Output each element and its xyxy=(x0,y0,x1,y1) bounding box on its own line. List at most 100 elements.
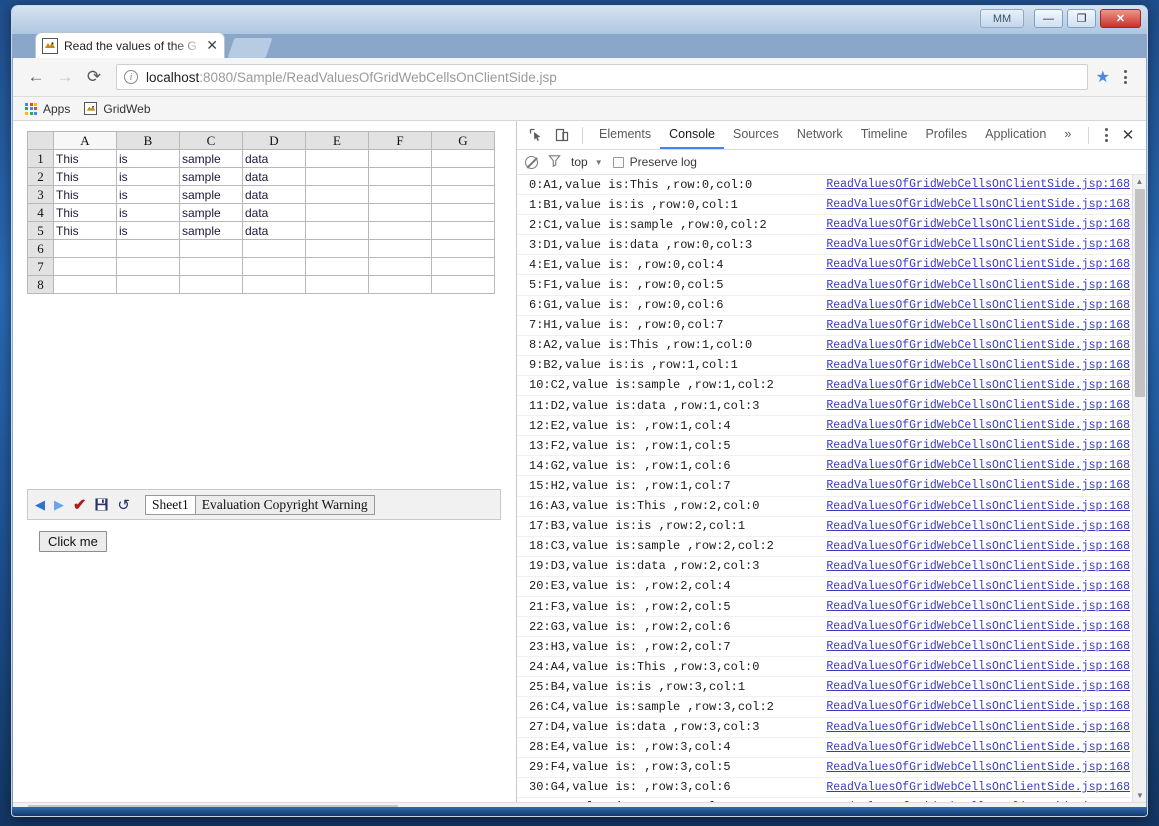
cell-D8[interactable] xyxy=(242,275,306,294)
console-scrollbar-thumb[interactable] xyxy=(1135,189,1145,397)
gridweb-spreadsheet[interactable]: A B C D E F G 1 This is sample data 2 This is sa… xyxy=(27,131,495,294)
row-header-2[interactable]: 2 xyxy=(27,167,54,186)
row-header-6[interactable]: 6 xyxy=(27,239,54,258)
cell-B8[interactable] xyxy=(116,275,180,294)
console-source-link[interactable]: ReadValuesOfGridWebCellsOnClientSide.jsp… xyxy=(826,680,1130,693)
cell-C5[interactable]: sample xyxy=(179,221,243,240)
cell-A8[interactable] xyxy=(53,275,117,294)
clear-console-icon[interactable] xyxy=(525,155,538,169)
cell-G6[interactable] xyxy=(431,239,495,258)
row-header-8[interactable]: 8 xyxy=(27,275,54,294)
cell-G1[interactable] xyxy=(431,149,495,168)
console-source-link[interactable]: ReadValuesOfGridWebCellsOnClientSide.jsp… xyxy=(826,459,1130,472)
cell-G2[interactable] xyxy=(431,167,495,186)
sheet-tab-evaluation-warning[interactable]: Evaluation Copyright Warning xyxy=(195,494,375,515)
console-source-link[interactable]: ReadValuesOfGridWebCellsOnClientSide.jsp… xyxy=(826,500,1130,513)
cell-B7[interactable] xyxy=(116,257,180,276)
cell-E1[interactable] xyxy=(305,149,369,168)
cell-C8[interactable] xyxy=(179,275,243,294)
console-source-link[interactable]: ReadValuesOfGridWebCellsOnClientSide.jsp… xyxy=(826,439,1130,452)
devtools-tab-application[interactable]: Application xyxy=(976,122,1055,149)
column-header-c[interactable]: C xyxy=(179,131,243,150)
cell-D4[interactable]: data xyxy=(242,203,306,222)
console-source-link[interactable]: ReadValuesOfGridWebCellsOnClientSide.jsp… xyxy=(826,319,1130,332)
column-header-g[interactable]: G xyxy=(431,131,495,150)
devtools-more-tabs-icon[interactable]: » xyxy=(1055,122,1080,149)
console-source-link[interactable]: ReadValuesOfGridWebCellsOnClientSide.jsp… xyxy=(826,520,1130,533)
cell-D5[interactable]: data xyxy=(242,221,306,240)
bookmark-item-gridweb[interactable]: GridWeb xyxy=(84,102,151,116)
apps-shortcut[interactable]: Apps xyxy=(25,102,70,116)
cell-B4[interactable]: is xyxy=(116,203,180,222)
select-all-corner[interactable] xyxy=(27,131,54,150)
console-source-link[interactable]: ReadValuesOfGridWebCellsOnClientSide.jsp… xyxy=(826,419,1130,432)
browser-tab[interactable]: Read the values of the G ✕ xyxy=(35,32,225,58)
devtools-tab-sources[interactable]: Sources xyxy=(724,122,788,149)
cell-F2[interactable] xyxy=(368,167,432,186)
console-source-link[interactable]: ReadValuesOfGridWebCellsOnClientSide.jsp… xyxy=(826,781,1130,794)
console-source-link[interactable]: ReadValuesOfGridWebCellsOnClientSide.jsp… xyxy=(826,299,1130,312)
console-source-link[interactable]: ReadValuesOfGridWebCellsOnClientSide.jsp… xyxy=(826,700,1130,713)
row-header-3[interactable]: 3 xyxy=(27,185,54,204)
cell-B2[interactable]: is xyxy=(116,167,180,186)
cell-C4[interactable]: sample xyxy=(179,203,243,222)
close-button[interactable]: ✕ xyxy=(1100,9,1141,28)
cell-C7[interactable] xyxy=(179,257,243,276)
console-source-link[interactable]: ReadValuesOfGridWebCellsOnClientSide.jsp… xyxy=(826,339,1130,352)
console-source-link[interactable]: ReadValuesOfGridWebCellsOnClientSide.jsp… xyxy=(826,600,1130,613)
submit-icon[interactable]: ✔ xyxy=(73,495,86,515)
cell-E2[interactable] xyxy=(305,167,369,186)
console-source-link[interactable]: ReadValuesOfGridWebCellsOnClientSide.jsp… xyxy=(826,580,1130,593)
console-source-link[interactable]: ReadValuesOfGridWebCellsOnClientSide.jsp… xyxy=(826,479,1130,492)
cell-D1[interactable]: data xyxy=(242,149,306,168)
console-source-link[interactable]: ReadValuesOfGridWebCellsOnClientSide.jsp… xyxy=(826,620,1130,633)
cell-D7[interactable] xyxy=(242,257,306,276)
console-source-link[interactable]: ReadValuesOfGridWebCellsOnClientSide.jsp… xyxy=(826,540,1130,553)
cell-B6[interactable] xyxy=(116,239,180,258)
row-header-5[interactable]: 5 xyxy=(27,221,54,240)
devtools-tab-console[interactable]: Console xyxy=(660,122,724,149)
devtools-close-icon[interactable]: ✕ xyxy=(1116,126,1140,144)
cell-B5[interactable]: is xyxy=(116,221,180,240)
cell-F8[interactable] xyxy=(368,275,432,294)
console-source-link[interactable]: ReadValuesOfGridWebCellsOnClientSide.jsp… xyxy=(826,741,1130,754)
column-header-d[interactable]: D xyxy=(242,131,306,150)
column-header-e[interactable]: E xyxy=(305,131,369,150)
console-source-link[interactable]: ReadValuesOfGridWebCellsOnClientSide.jsp… xyxy=(826,218,1130,231)
prev-sheet-icon[interactable]: ◀ xyxy=(35,497,45,513)
cell-A4[interactable]: This xyxy=(53,203,117,222)
console-context-selector[interactable]: top ▼ xyxy=(571,155,603,169)
console-scrollbar[interactable]: ▲ ▼ xyxy=(1132,175,1146,802)
profile-button[interactable]: MM xyxy=(980,9,1024,28)
row-header-4[interactable]: 4 xyxy=(27,203,54,222)
console-source-link[interactable]: ReadValuesOfGridWebCellsOnClientSide.jsp… xyxy=(826,198,1130,211)
cell-E8[interactable] xyxy=(305,275,369,294)
cell-B3[interactable]: is xyxy=(116,185,180,204)
back-icon[interactable]: ← xyxy=(23,64,49,90)
devtools-tab-elements[interactable]: Elements xyxy=(590,122,660,149)
cell-G5[interactable] xyxy=(431,221,495,240)
devtools-menu-icon[interactable] xyxy=(1096,128,1116,142)
undo-icon[interactable]: ↺ xyxy=(117,496,130,514)
console-source-link[interactable]: ReadValuesOfGridWebCellsOnClientSide.jsp… xyxy=(826,178,1130,191)
forward-icon[interactable]: → xyxy=(52,64,78,90)
console-source-link[interactable]: ReadValuesOfGridWebCellsOnClientSide.jsp… xyxy=(826,258,1130,271)
cell-D3[interactable]: data xyxy=(242,185,306,204)
console-source-link[interactable]: ReadValuesOfGridWebCellsOnClientSide.jsp… xyxy=(826,379,1130,392)
console-source-link[interactable]: ReadValuesOfGridWebCellsOnClientSide.jsp… xyxy=(826,399,1130,412)
checkbox-box[interactable] xyxy=(612,156,624,168)
console-source-link[interactable]: ReadValuesOfGridWebCellsOnClientSide.jsp… xyxy=(826,359,1130,372)
cell-G7[interactable] xyxy=(431,257,495,276)
spreadsheet-grid[interactable]: A B C D E F G 1 This is sample data 2 This is sa… xyxy=(27,131,495,294)
cell-C1[interactable]: sample xyxy=(179,149,243,168)
cell-A7[interactable] xyxy=(53,257,117,276)
cell-C2[interactable]: sample xyxy=(179,167,243,186)
cell-C3[interactable]: sample xyxy=(179,185,243,204)
cell-F5[interactable] xyxy=(368,221,432,240)
chrome-menu-icon[interactable] xyxy=(1114,64,1136,90)
reload-icon[interactable]: ⟳ xyxy=(81,64,107,90)
scroll-down-arrow[interactable]: ▼ xyxy=(1133,789,1146,802)
console-source-link[interactable]: ReadValuesOfGridWebCellsOnClientSide.jsp… xyxy=(826,660,1130,673)
column-header-a[interactable]: A xyxy=(53,131,117,150)
cell-D2[interactable]: data xyxy=(242,167,306,186)
